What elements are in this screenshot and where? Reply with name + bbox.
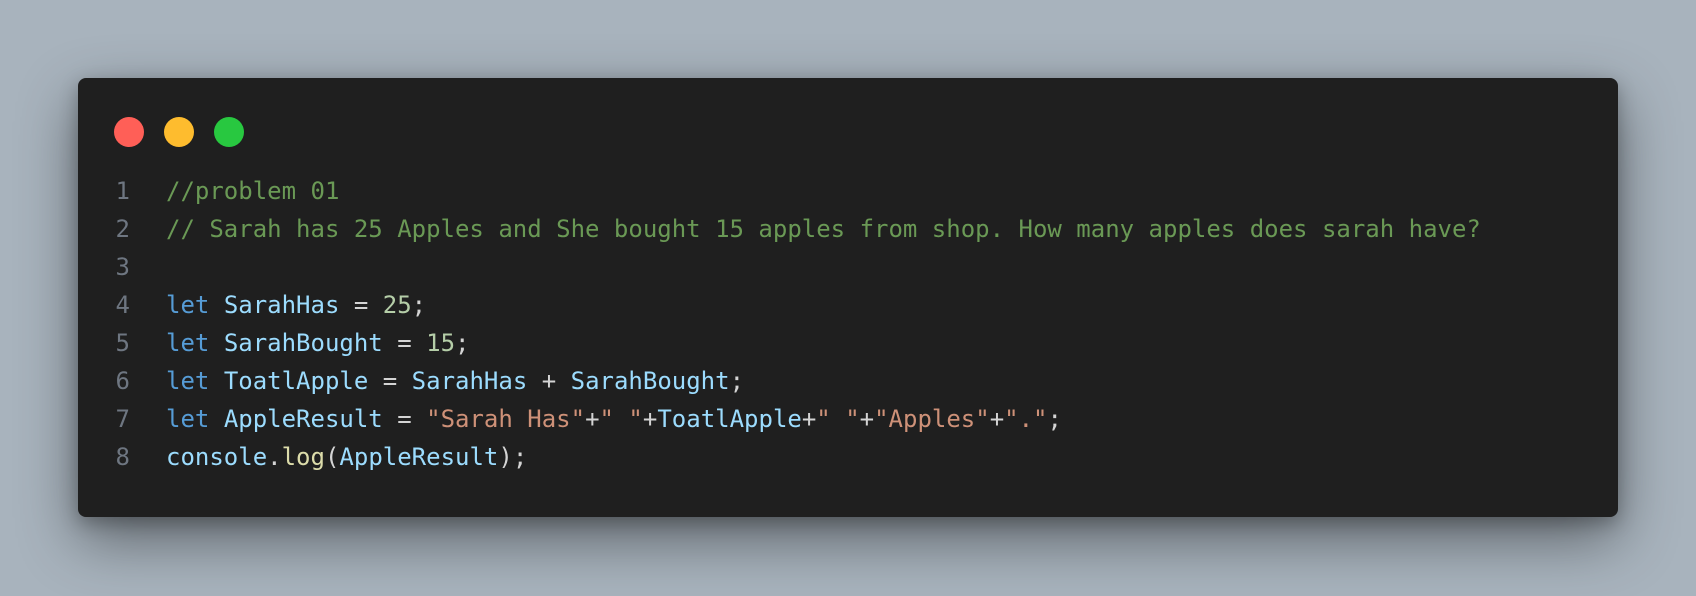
line-number: 6 (115, 367, 130, 395)
code-operator: + (801, 405, 817, 433)
code-string: " " (816, 405, 860, 433)
code-identifier: SarahBought (223, 329, 383, 357)
minimize-dot-icon[interactable] (164, 117, 194, 147)
code-operator: + (989, 405, 1005, 433)
code-operator (209, 405, 223, 433)
code-line: 6 let ToatlApple = SarahHas + SarahBought… (78, 362, 1618, 400)
code-string: "Apples" (874, 405, 990, 433)
line-source: let SarahBought = 15; (166, 324, 469, 362)
code-operator: = (368, 367, 412, 395)
window-controls (114, 117, 244, 147)
code-string: "Sarah Has" (426, 405, 586, 433)
code-keyword: let (166, 329, 210, 357)
code-keyword: let (166, 291, 210, 319)
code-identifier: ToatlApple (657, 405, 802, 433)
code-identifier: SarahBought (570, 367, 730, 395)
code-operator: ; (1047, 405, 1062, 433)
code-comment: // Sarah has 25 Apples and She bought 15… (166, 215, 1481, 243)
code-operator: = (382, 329, 427, 357)
code-operator (209, 329, 223, 357)
code-keyword: let (166, 367, 210, 395)
code-keyword: let (166, 405, 210, 433)
code-identifier: console (166, 443, 268, 471)
code-operator: + (859, 405, 875, 433)
code-operator: + (642, 405, 658, 433)
code-operator: ; (411, 291, 427, 319)
code-line: 7 let AppleResult = "Sarah Has"+" "+Toatl… (78, 400, 1618, 438)
line-number: 7 (115, 405, 130, 433)
line-number: 3 (115, 253, 130, 281)
line-number: 1 (115, 177, 130, 205)
code-string: "." (1004, 405, 1048, 433)
close-dot-icon[interactable] (114, 117, 144, 147)
line-source: //problem 01 (166, 172, 339, 210)
code-identifier: AppleResult (339, 443, 499, 471)
line-source: let ToatlApple = SarahHas + SarahBought; (166, 362, 744, 400)
code-editor[interactable]: 1 //problem 01 2 // Sarah has 25 Apples and… (78, 172, 1618, 476)
code-operator: + (585, 405, 600, 433)
code-operator: = (339, 291, 383, 319)
code-operator (209, 291, 223, 319)
code-operator (209, 367, 223, 395)
code-line: 2 // Sarah has 25 Apples and She bought 1… (78, 210, 1618, 248)
code-line: 4 let SarahHas = 25; (78, 286, 1618, 324)
code-operator: ); (498, 443, 528, 471)
line-number: 8 (115, 443, 130, 471)
maximize-dot-icon[interactable] (214, 117, 244, 147)
code-operator: = (382, 405, 427, 433)
code-operator: ( (324, 443, 340, 471)
code-identifier: SarahHas (411, 367, 528, 395)
code-operator: ; (729, 367, 745, 395)
line-number: 4 (115, 291, 130, 319)
code-function: log (281, 443, 325, 471)
code-number: 15 (426, 329, 456, 357)
code-line: 1 //problem 01 (78, 172, 1618, 210)
code-comment: //problem 01 (166, 177, 340, 205)
line-source: let SarahHas = 25; (166, 286, 426, 324)
code-line: 3 (78, 248, 1618, 286)
code-identifier: SarahHas (223, 291, 340, 319)
code-identifier: ToatlApple (223, 367, 369, 395)
code-window: 1 //problem 01 2 // Sarah has 25 Apples and… (78, 78, 1618, 517)
line-number: 2 (115, 215, 130, 243)
code-line: 5 let SarahBought = 15; (78, 324, 1618, 362)
line-source: console.log(AppleResult); (166, 438, 527, 476)
code-identifier: AppleResult (223, 405, 383, 433)
line-number: 5 (115, 329, 130, 357)
code-line: 8 console.log(AppleResult); (78, 438, 1618, 476)
code-number: 25 (382, 291, 412, 319)
code-operator: + (527, 367, 571, 395)
line-source: // Sarah has 25 Apples and She bought 15… (166, 210, 1481, 248)
line-source: let AppleResult = "Sarah Has"+" "+ToatlA… (166, 400, 1062, 438)
code-string: " " (599, 405, 643, 433)
code-operator: . (267, 443, 282, 471)
code-operator: ; (455, 329, 470, 357)
